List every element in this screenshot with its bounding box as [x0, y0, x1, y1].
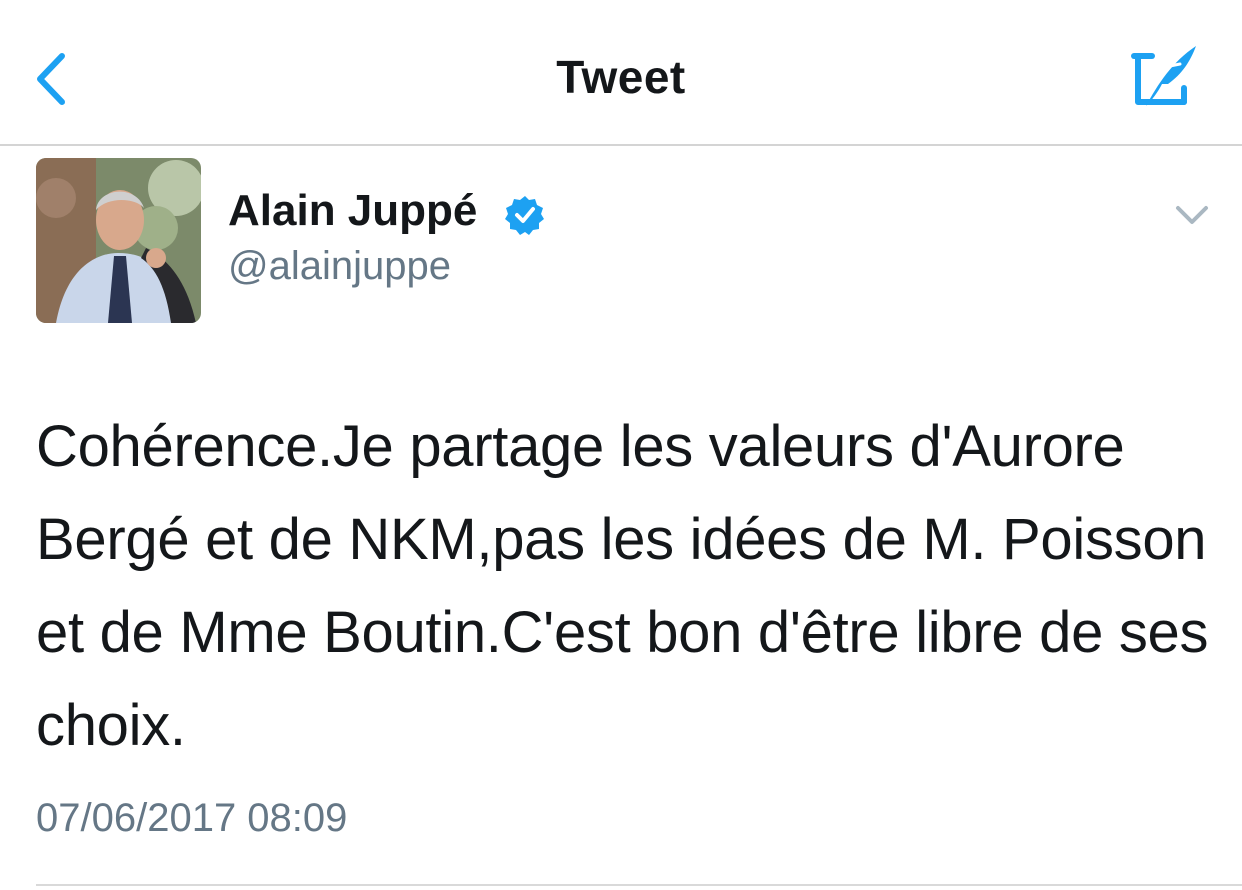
avatar-photo [36, 158, 201, 323]
tweet-options-button[interactable] [1172, 200, 1212, 230]
compose-icon [1131, 46, 1196, 106]
chevron-down-icon [1176, 206, 1208, 224]
user-handle[interactable]: @alainjuppe [228, 244, 451, 289]
tweet-timestamp: 07/06/2017 08:09 [36, 796, 348, 840]
display-name[interactable]: Alain Juppé [228, 186, 477, 236]
verified-badge-icon [505, 196, 544, 235]
verified-badge [504, 194, 546, 236]
tweet-text: Cohérence.Je partage les valeurs d'Auror… [36, 414, 1209, 758]
divider [36, 884, 1242, 886]
nav-bar: Tweet [0, 0, 1242, 146]
compose-button[interactable] [1128, 40, 1202, 112]
avatar[interactable] [36, 158, 201, 323]
page-title: Tweet [556, 51, 686, 103]
